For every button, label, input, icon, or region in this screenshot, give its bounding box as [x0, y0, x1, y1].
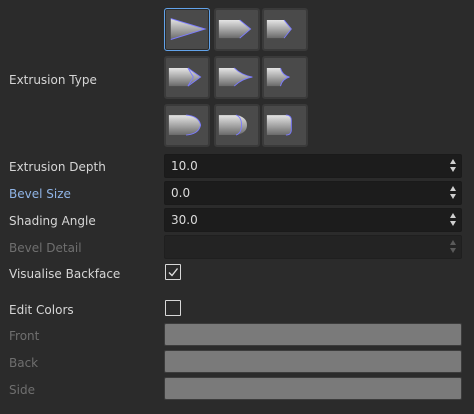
- shading-angle-label: Shading Angle: [9, 214, 96, 228]
- bevel-size-label: Bevel Size: [9, 187, 71, 201]
- bevel-size-input[interactable]: 0.0: [164, 181, 462, 205]
- arrow-notch-icon: [266, 67, 290, 87]
- extrusion-type-label: Extrusion Type: [9, 73, 97, 87]
- bevel-detail-stepper: [449, 240, 457, 254]
- half-round-bevel-icon: [218, 114, 247, 136]
- extrusion-option-flat[interactable]: [262, 8, 308, 51]
- increment-arrow-icon[interactable]: [450, 213, 456, 218]
- extrusion-depth-label: Extrusion Depth: [9, 160, 106, 174]
- decrement-arrow-icon: [450, 248, 456, 253]
- decrement-arrow-icon[interactable]: [450, 221, 456, 226]
- extrusion-option-chisel[interactable]: [214, 8, 260, 51]
- extrusion-option-notch[interactable]: [262, 56, 308, 99]
- bevel-detail-label: Bevel Detail: [9, 241, 82, 255]
- arrow-sharp-icon: [170, 18, 207, 40]
- extrusion-option-round[interactable]: [164, 104, 210, 147]
- arrow-chisel-icon: [218, 19, 252, 39]
- front-color-label: Front: [9, 329, 40, 343]
- checkmark-icon: [168, 268, 179, 277]
- extrusion-option-sharp[interactable]: [164, 8, 210, 51]
- edit-colors-label: Edit Colors: [9, 303, 74, 317]
- arrow-curved-point-icon: [218, 67, 253, 87]
- increment-arrow-icon[interactable]: [450, 186, 456, 191]
- back-color-swatch[interactable]: [164, 350, 462, 373]
- side-color-label: Side: [9, 383, 35, 397]
- visualise-backface-label: Visualise Backface: [9, 267, 121, 281]
- extrusion-option-double-point[interactable]: [164, 56, 210, 99]
- extrusion-depth-value: 10.0: [171, 159, 198, 173]
- extrusion-depth-stepper[interactable]: [449, 159, 457, 173]
- shading-angle-input[interactable]: 30.0: [164, 208, 462, 232]
- extrusion-option-rounded-edge[interactable]: [262, 104, 308, 147]
- back-color-label: Back: [9, 356, 39, 370]
- rounded-edge-icon: [266, 114, 292, 136]
- bevel-size-stepper[interactable]: [449, 186, 457, 200]
- visualise-backface-checkbox[interactable]: [165, 264, 181, 280]
- increment-arrow-icon[interactable]: [450, 159, 456, 164]
- round-bevel-icon: [168, 114, 202, 136]
- shading-angle-value: 30.0: [171, 213, 198, 227]
- increment-arrow-icon: [450, 240, 456, 245]
- extrusion-option-half-round[interactable]: [214, 104, 260, 147]
- front-color-swatch[interactable]: [164, 323, 462, 346]
- shading-angle-stepper[interactable]: [449, 213, 457, 227]
- side-color-swatch[interactable]: [164, 377, 462, 400]
- edit-colors-checkbox[interactable]: [165, 300, 181, 316]
- decrement-arrow-icon[interactable]: [450, 194, 456, 199]
- extrusion-option-curved-point[interactable]: [214, 56, 260, 99]
- arrow-double-point-icon: [168, 67, 202, 87]
- bevel-detail-input: [164, 235, 462, 259]
- arrow-flat-icon: [266, 19, 292, 39]
- bevel-size-value: 0.0: [171, 186, 191, 200]
- extrusion-depth-input[interactable]: 10.0: [164, 154, 462, 178]
- decrement-arrow-icon[interactable]: [450, 167, 456, 172]
